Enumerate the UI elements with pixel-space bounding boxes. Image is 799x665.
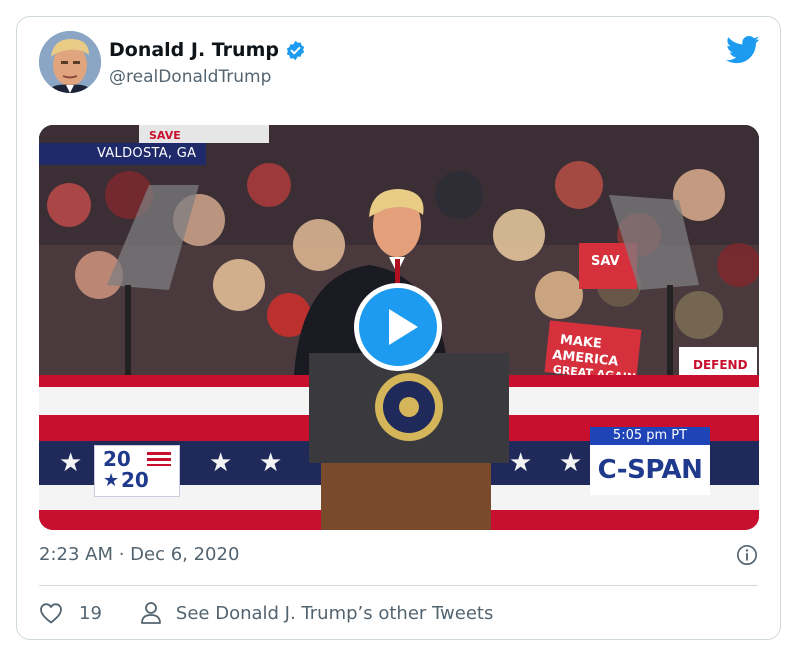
- divider: [39, 585, 758, 586]
- location-chyron: VALDOSTA, GA: [39, 143, 207, 165]
- info-icon[interactable]: [736, 544, 758, 566]
- tweet-card[interactable]: Donald J. Trump @realDonaldTrump MAKE AM…: [16, 16, 781, 640]
- tweet-timestamp[interactable]: 2:23 AM · Dec 6, 2020: [39, 544, 239, 565]
- video-player[interactable]: MAKE AMERICA GREAT AGAIN DEFEND SAV SAVE…: [39, 125, 759, 530]
- avatar[interactable]: [39, 31, 101, 93]
- svg-text:★: ★: [559, 448, 582, 478]
- broadcast-time: 5:05 pm PT: [590, 427, 710, 445]
- heart-icon[interactable]: [39, 602, 63, 624]
- star-icon: ★: [103, 470, 120, 491]
- other-tweets-link[interactable]: See Donald J. Trump’s other Tweets: [176, 603, 493, 624]
- author-handle[interactable]: @realDonaldTrump: [109, 67, 271, 87]
- author-name[interactable]: Donald J. Trump: [109, 39, 279, 61]
- flag-icon: [147, 452, 171, 466]
- svg-text:★: ★: [59, 448, 82, 478]
- svg-text:★: ★: [209, 448, 232, 478]
- verified-badge-icon: [286, 40, 305, 60]
- svg-text:★: ★: [259, 448, 282, 478]
- campaign-2020-badge: 20 ★ 20: [94, 445, 180, 497]
- campaign-badge-bottom: 20: [121, 468, 149, 492]
- network-logo: C-SPAN: [590, 445, 710, 495]
- svg-text:DEFEND: DEFEND: [693, 358, 748, 372]
- twitter-bird-icon[interactable]: [726, 35, 760, 65]
- play-icon: [389, 309, 418, 345]
- user-icon[interactable]: [140, 601, 162, 625]
- svg-text:SAVE: SAVE: [149, 129, 181, 142]
- like-count: 19: [79, 602, 102, 624]
- play-button[interactable]: [354, 283, 442, 371]
- svg-text:★: ★: [509, 448, 532, 478]
- tweet-actions: 19 See Donald J. Trump’s other Tweets: [39, 597, 493, 629]
- svg-text:SAV: SAV: [591, 254, 620, 269]
